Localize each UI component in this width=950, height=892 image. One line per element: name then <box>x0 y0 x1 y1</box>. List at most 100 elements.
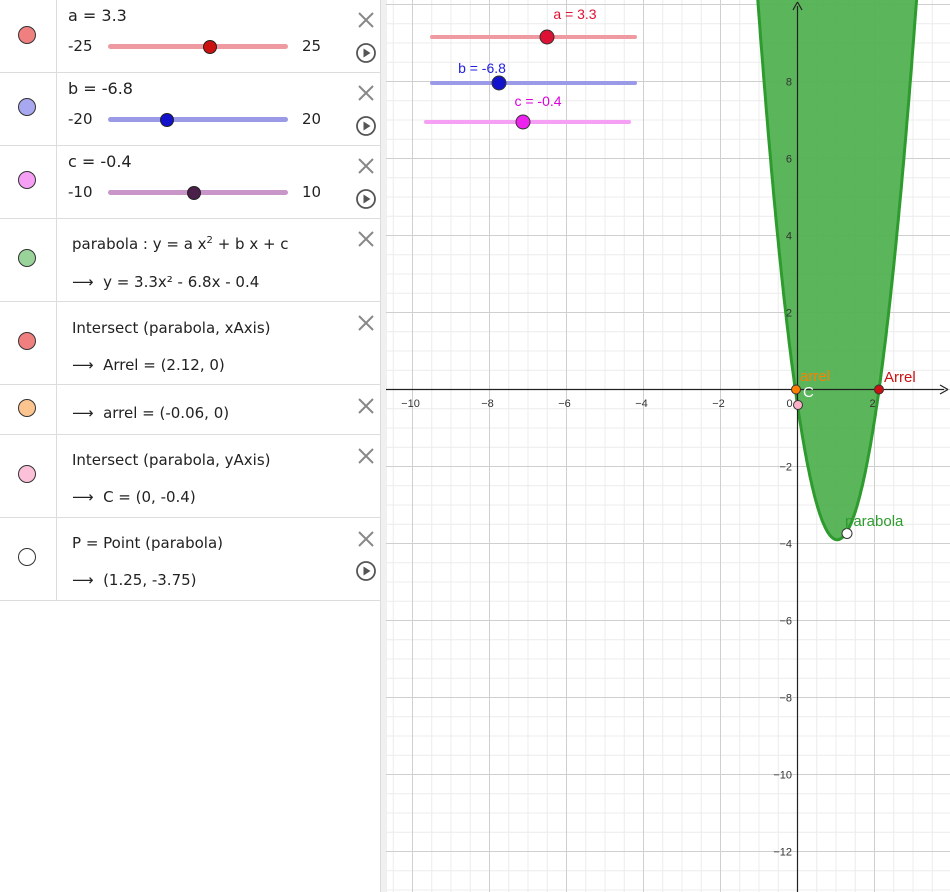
visibility-toggle-arrel-left[interactable] <box>18 399 36 417</box>
slider-c-min: -10 <box>68 183 93 201</box>
canvas-slider-c-label: c = -0.4 <box>514 93 561 109</box>
slider-row-c: c = -0.4 -10 10 <box>0 146 380 219</box>
point-arrel-right[interactable] <box>874 384 884 395</box>
visibility-toggle-b[interactable] <box>18 98 36 116</box>
parabola-definition[interactable]: parabola : y = a x2 + b x + c <box>72 235 289 253</box>
slider-a-min: -25 <box>68 37 93 55</box>
parabola-curve[interactable] <box>755 0 919 542</box>
canvas-slider-a-handle[interactable] <box>539 29 555 45</box>
marker-cell <box>0 146 57 218</box>
intersect-x-row: Intersect (parabola, xAxis) ⟶ Arrel = (2… <box>0 302 380 385</box>
x-tick-label: −2 <box>712 398 725 410</box>
parabola-def-suffix: + b x + c <box>212 235 289 253</box>
parabola-value: ⟶ y = 3.3x² - 6.8x - 0.4 <box>72 273 259 291</box>
slider-b-handle[interactable] <box>160 113 175 127</box>
x-tick-label: 0 <box>786 398 792 410</box>
arrow-icon: ⟶ <box>72 356 94 374</box>
play-icon[interactable] <box>355 115 377 137</box>
close-icon[interactable] <box>356 156 376 176</box>
marker-cell <box>0 0 57 72</box>
visibility-toggle-c-point[interactable] <box>18 465 36 483</box>
arrel-row: ⟶ arrel = (-0.06, 0) <box>0 385 380 435</box>
y-tick-label: −12 <box>773 847 792 859</box>
y-tick-label: 6 <box>786 154 792 166</box>
canvas-slider-a-label: a = 3.3 <box>553 6 596 22</box>
slider-a-track[interactable] <box>108 44 288 49</box>
arrel-left-value: ⟶ arrel = (-0.06, 0) <box>72 404 229 422</box>
slider-a[interactable]: -25 25 <box>68 34 328 58</box>
y-tick-label: 2 <box>786 308 792 320</box>
intersect-y-row: Intersect (parabola, yAxis) ⟶ C = (0, -0… <box>0 435 380 518</box>
c-point-value-text: C = (0, -0.4) <box>103 488 196 506</box>
slider-c-label[interactable]: c = -0.4 <box>68 152 132 171</box>
visibility-toggle-arrel[interactable] <box>18 332 36 350</box>
close-icon[interactable] <box>356 529 376 549</box>
point-c-label: C <box>803 384 814 401</box>
c-point-value: ⟶ C = (0, -0.4) <box>72 488 196 506</box>
marker-cell <box>0 302 57 384</box>
play-icon[interactable] <box>355 42 377 64</box>
point-p[interactable] <box>841 528 853 539</box>
x-tick-label: −8 <box>481 398 494 410</box>
slider-row-a: a = 3.3 -25 25 <box>0 0 380 73</box>
arrow-icon: ⟶ <box>72 488 94 506</box>
arrel-right-value: ⟶ Arrel = (2.12, 0) <box>72 356 225 374</box>
marker-cell <box>0 518 57 600</box>
y-tick-label: −10 <box>773 770 792 782</box>
x-tick-label: 2 <box>869 398 875 410</box>
marker-cell <box>0 73 57 145</box>
marker-cell <box>0 385 57 434</box>
algebra-view: a = 3.3 -25 25 b = -6.8 -20 20 c = -0.4 … <box>0 0 380 892</box>
close-icon[interactable] <box>356 313 376 333</box>
point-p-definition[interactable]: P = Point (parabola) <box>72 534 223 552</box>
intersect-y-definition[interactable]: Intersect (parabola, yAxis) <box>72 451 271 469</box>
parabola-value-text: y = 3.3x² - 6.8x - 0.4 <box>103 273 260 291</box>
x-tick-label: −6 <box>558 398 571 410</box>
y-tick-label: −2 <box>779 462 792 474</box>
close-icon[interactable] <box>356 396 376 416</box>
arrel-right-value-text: Arrel = (2.12, 0) <box>103 356 225 374</box>
slider-row-b: b = -6.8 -20 20 <box>0 73 380 146</box>
slider-b-max: 20 <box>302 110 322 128</box>
graphics-view[interactable]: −10 −8 −6 −4 −2 0 2 8 6 4 2 −2 −4 −6 −8 −10 −12 a = 3.3… <box>386 0 950 892</box>
x-tick-label: −10 <box>401 398 420 410</box>
x-tick-label: −4 <box>635 398 648 410</box>
close-icon[interactable] <box>356 229 376 249</box>
play-icon[interactable] <box>355 560 377 582</box>
point-arrel-left-label: arrel <box>800 368 830 385</box>
slider-a-label[interactable]: a = 3.3 <box>68 6 127 25</box>
canvas-slider-c-handle[interactable] <box>515 114 531 130</box>
y-tick-label: −6 <box>779 616 792 628</box>
visibility-toggle-p[interactable] <box>18 548 36 566</box>
point-p-row: P = Point (parabola) ⟶ (1.25, -3.75) <box>0 518 380 601</box>
parabola-row: parabola : y = a x2 + b x + c ⟶ y = 3.3x… <box>0 219 380 302</box>
close-icon[interactable] <box>356 10 376 30</box>
point-p-value-text: (1.25, -3.75) <box>103 571 197 589</box>
canvas-slider-b-label: b = -6.8 <box>458 60 506 76</box>
visibility-toggle-parabola[interactable] <box>18 249 36 267</box>
slider-b[interactable]: -20 20 <box>68 107 328 131</box>
arrow-icon: ⟶ <box>72 273 94 291</box>
point-p-value: ⟶ (1.25, -3.75) <box>72 571 197 589</box>
slider-c-max: 10 <box>302 183 322 201</box>
parabola-def-prefix: parabola : y = a x <box>72 235 207 253</box>
canvas-slider-b-handle[interactable] <box>491 75 507 91</box>
slider-c-handle[interactable] <box>187 186 202 200</box>
slider-b-track[interactable] <box>108 117 288 122</box>
slider-a-handle[interactable] <box>202 40 217 54</box>
arrel-left-value-text: arrel = (-0.06, 0) <box>103 404 230 422</box>
point-c[interactable] <box>793 400 803 410</box>
slider-b-label[interactable]: b = -6.8 <box>68 79 133 98</box>
close-icon[interactable] <box>356 83 376 103</box>
intersect-x-definition[interactable]: Intersect (parabola, xAxis) <box>72 319 271 337</box>
point-p-label: parabola <box>845 513 904 530</box>
marker-cell <box>0 219 57 301</box>
point-arrel-left[interactable] <box>791 384 801 395</box>
arrow-icon: ⟶ <box>72 571 94 589</box>
play-icon[interactable] <box>355 188 377 210</box>
slider-c[interactable]: -10 10 <box>68 180 328 204</box>
visibility-toggle-c[interactable] <box>18 171 36 189</box>
y-tick-label: 8 <box>786 77 792 89</box>
visibility-toggle-a[interactable] <box>18 26 36 44</box>
close-icon[interactable] <box>356 446 376 466</box>
